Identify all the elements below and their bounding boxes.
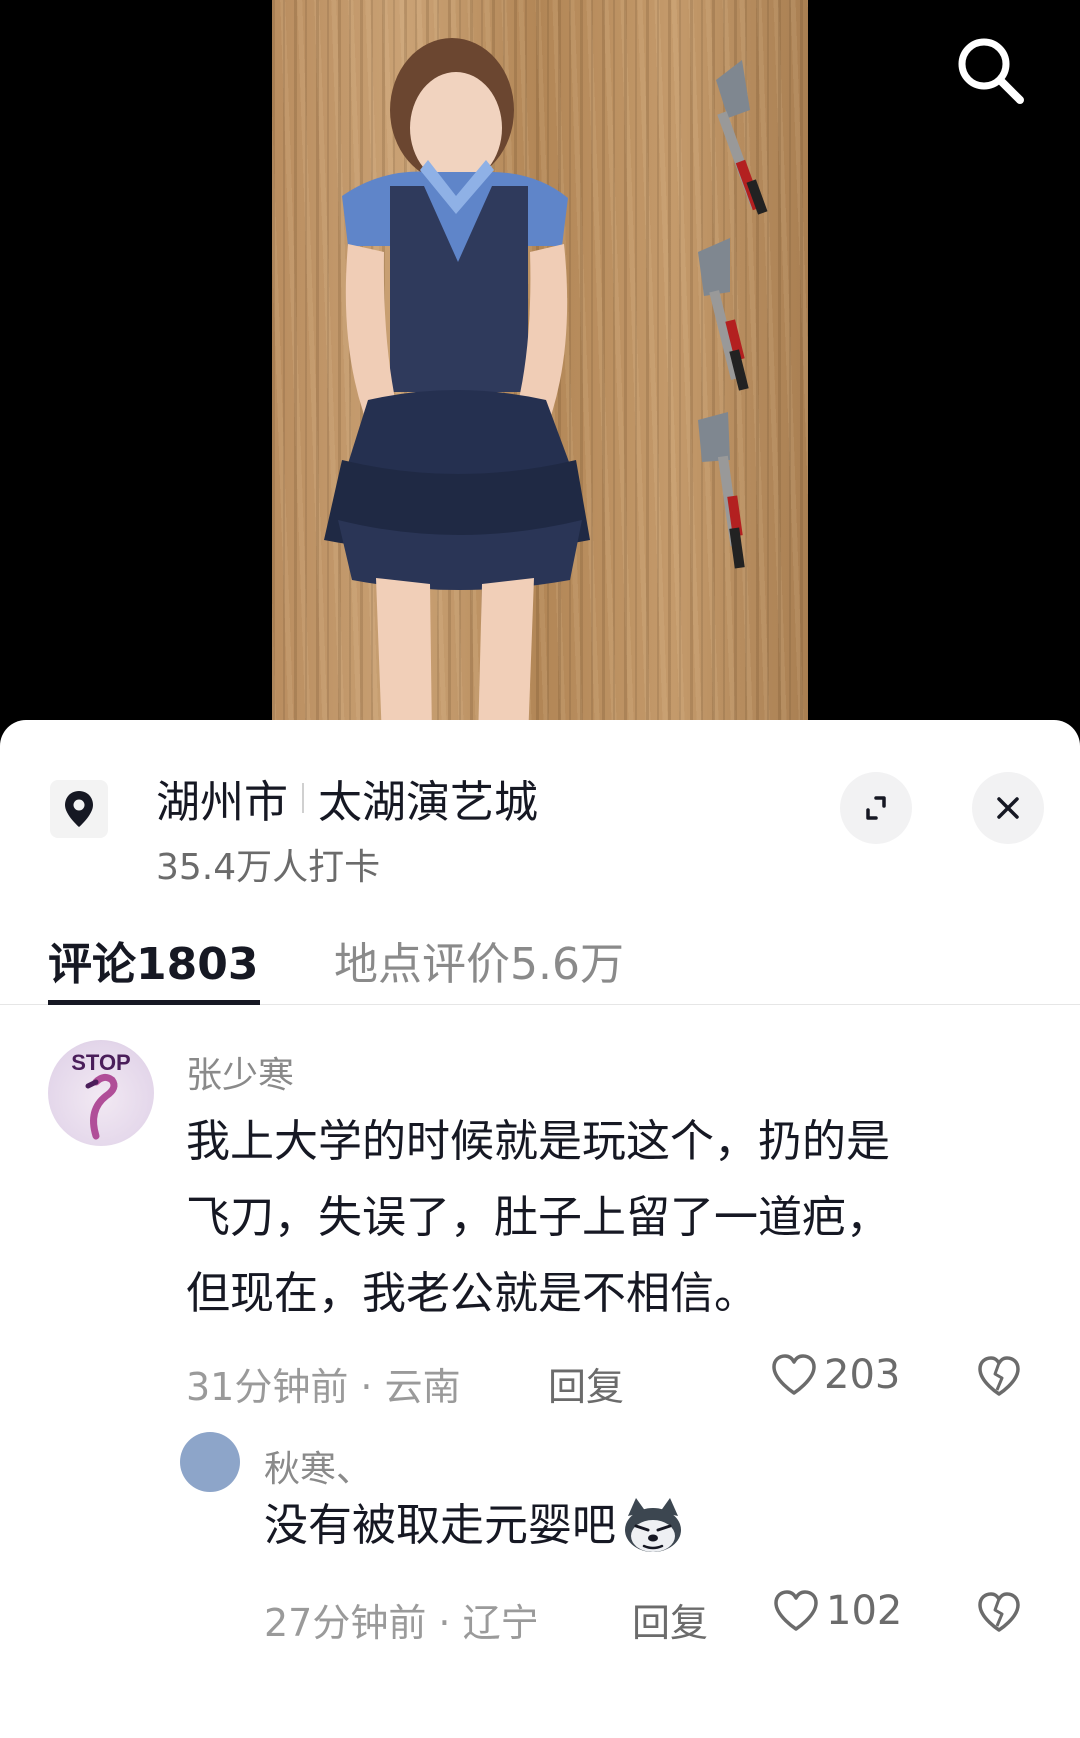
like-button[interactable]: 102 — [772, 1588, 902, 1634]
avatar[interactable] — [180, 1432, 240, 1492]
expand-button[interactable] — [840, 772, 912, 844]
comment-meta: 31分钟前 · 云南 — [186, 1365, 461, 1409]
like-count: 203 — [824, 1352, 901, 1398]
expand-icon — [866, 796, 886, 820]
dislike-button[interactable] — [976, 1590, 1022, 1638]
location-venue: 太湖演艺城 — [318, 777, 538, 828]
video-frame — [272, 0, 808, 740]
comment-text-line: 但现在，我老公就是不相信。 — [186, 1268, 758, 1319]
location-sheet: 湖州市 太湖演艺城 35.4万人打卡 评论1803 地点评价5.6万 STOP … — [0, 720, 1080, 1738]
search-icon — [958, 38, 1024, 104]
close-icon — [997, 797, 1019, 819]
like-button[interactable]: 203 — [770, 1352, 900, 1398]
tab-comments[interactable]: 评论1803 — [48, 928, 258, 992]
husky-sticker-icon — [625, 1498, 681, 1552]
reply-username[interactable]: 秋寒、 — [264, 1440, 372, 1492]
tab-bar: 评论1803 地点评价5.6万 — [0, 920, 1080, 1005]
location-pin-icon — [50, 780, 108, 838]
heart-outline-icon — [772, 1354, 816, 1395]
reply-button[interactable]: 回复 — [632, 1592, 708, 1647]
tab-location-reviews[interactable]: 地点评价5.6万 — [334, 928, 624, 992]
search-button[interactable] — [950, 30, 1030, 110]
active-tab-indicator — [48, 1000, 260, 1005]
location-city: 湖州市 — [156, 777, 288, 828]
comment-text-line: 飞刀，失误了，肚子上留了一道疤， — [186, 1192, 890, 1243]
broken-heart-icon — [978, 1356, 1020, 1396]
avatar[interactable]: STOP — [48, 1040, 154, 1146]
title-separator — [302, 783, 304, 813]
comment-username[interactable]: 张少寒 — [186, 1046, 294, 1098]
comment-text-line: 我上大学的时候就是玩这个，扔的是 — [186, 1116, 890, 1167]
checkin-count: 35.4万人打卡 — [156, 847, 381, 888]
dislike-button[interactable] — [976, 1354, 1022, 1402]
video-player[interactable] — [0, 0, 1080, 740]
reply-text-content: 没有被取走元婴吧 — [264, 1500, 616, 1551]
close-button[interactable] — [972, 772, 1044, 844]
heart-outline-icon — [774, 1590, 818, 1631]
reply-text: 没有被取走元婴吧 — [264, 1488, 686, 1564]
reply-meta: 27分钟前 · 辽宁 — [264, 1601, 539, 1645]
location-title[interactable]: 湖州市 太湖演艺城 — [156, 768, 538, 828]
like-count: 102 — [826, 1588, 903, 1634]
broken-heart-icon — [978, 1592, 1020, 1632]
reply-button[interactable]: 回复 — [548, 1356, 624, 1411]
avatar-stop-text: STOP — [71, 1050, 131, 1075]
